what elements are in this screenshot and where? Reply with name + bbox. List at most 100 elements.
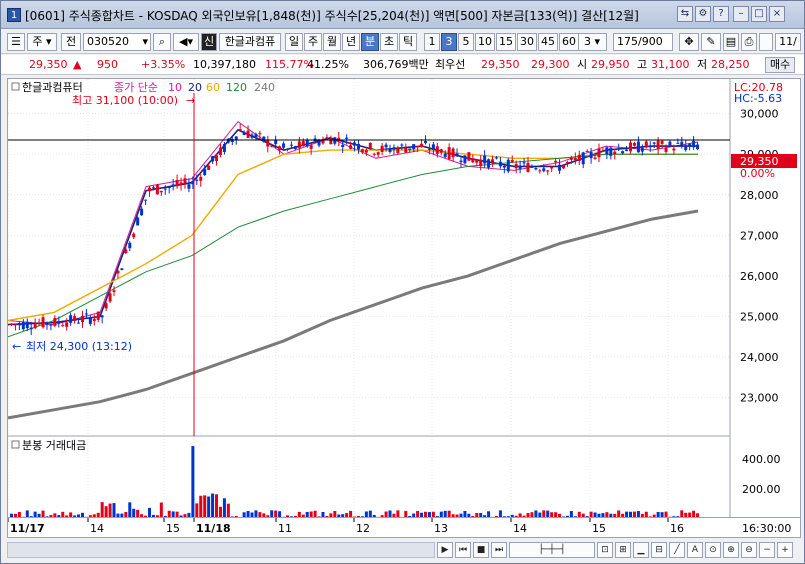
candle bbox=[179, 182, 183, 185]
period-tab-5[interactable]: 초 bbox=[380, 33, 398, 51]
volume-bar bbox=[589, 511, 593, 517]
scroll-track[interactable] bbox=[7, 542, 435, 558]
expand-icon[interactable]: ⊕ bbox=[723, 542, 739, 558]
capture-icon[interactable]: ⊙ bbox=[705, 542, 721, 558]
bar-icon[interactable]: ▁ bbox=[633, 542, 649, 558]
volume-bar bbox=[163, 515, 167, 517]
speaker-icon[interactable]: ◀▾ bbox=[173, 33, 199, 51]
candle bbox=[171, 184, 175, 187]
save-icon[interactable]: ▤ bbox=[723, 33, 739, 51]
period-tab-0[interactable]: 일 bbox=[285, 33, 303, 51]
candle bbox=[475, 159, 479, 163]
interval-button-10[interactable]: 10 bbox=[475, 33, 495, 51]
period-tab-2[interactable]: 월 bbox=[323, 33, 341, 51]
candle bbox=[148, 187, 151, 192]
crosshair-icon[interactable]: ✥ bbox=[679, 33, 699, 51]
count-select[interactable]: 3 ▾ bbox=[577, 33, 607, 51]
interval-button-3[interactable]: 3 bbox=[441, 33, 457, 51]
interval-button-1[interactable]: 1 bbox=[424, 33, 440, 51]
scroll-right-icon[interactable]: ▶ bbox=[437, 542, 453, 558]
close-icon[interactable]: × bbox=[769, 6, 785, 22]
volume-bar bbox=[13, 513, 17, 517]
type-select[interactable]: 주 ▾ bbox=[27, 33, 57, 51]
volume-bar bbox=[167, 510, 171, 517]
candle bbox=[136, 217, 140, 226]
chart-svg[interactable]: 한글과컴퓨터 종가 단순 10 20 60 120 240 최고 31,100 … bbox=[7, 79, 800, 517]
ma-240-label: 240 bbox=[254, 81, 275, 94]
volume-bar bbox=[443, 510, 447, 517]
candle bbox=[396, 148, 400, 154]
period-tab-6[interactable]: 틱 bbox=[399, 33, 417, 51]
volume-bar bbox=[672, 516, 676, 517]
plus-icon[interactable]: + bbox=[777, 542, 793, 558]
volume-bar bbox=[258, 512, 262, 517]
volume-bar bbox=[664, 511, 668, 517]
bar-count-input[interactable]: 175/900 bbox=[613, 33, 673, 51]
ma-line-240 bbox=[7, 209, 699, 420]
volume-bar bbox=[136, 509, 140, 517]
candle bbox=[384, 144, 388, 148]
candle bbox=[199, 176, 203, 181]
zoom-out-icon[interactable]: ⊖ bbox=[741, 542, 757, 558]
volume-bar bbox=[140, 514, 144, 517]
volume-bar bbox=[187, 512, 191, 517]
zoom-fit-icon[interactable]: ⊡ bbox=[597, 542, 613, 558]
high-arrow-icon: → bbox=[186, 94, 195, 107]
volume-bar bbox=[278, 511, 282, 517]
print-icon[interactable]: ⎙ bbox=[741, 33, 757, 51]
period-tab-3[interactable]: 년 bbox=[342, 33, 360, 51]
scroll-last-icon[interactable]: ⏭ bbox=[491, 542, 507, 558]
menu-icon[interactable]: ☰ bbox=[7, 33, 25, 51]
volume-bar bbox=[175, 511, 179, 517]
prev-button[interactable]: 전 bbox=[61, 33, 81, 51]
volume-bar bbox=[380, 515, 384, 517]
text-icon[interactable]: A bbox=[687, 542, 703, 558]
interval-button-30[interactable]: 30 bbox=[517, 33, 537, 51]
maximize-icon[interactable]: □ bbox=[751, 6, 767, 22]
line-icon[interactable]: ╱ bbox=[669, 542, 685, 558]
help-icon[interactable]: ? bbox=[713, 6, 729, 22]
chart-area[interactable]: 한글과컴퓨터 종가 단순 10 20 60 120 240 최고 31,100 … bbox=[7, 78, 801, 518]
x-axis-label: 14 bbox=[513, 522, 527, 535]
zoom-box-icon[interactable]: ⊞ bbox=[615, 542, 631, 558]
period-tab-4[interactable]: 분 bbox=[361, 33, 379, 51]
volume-bar bbox=[522, 515, 526, 517]
period-tab-1[interactable]: 주 bbox=[304, 33, 322, 51]
chart-scrollbar[interactable]: ▶ ⏮ ■ ⏭ ├─┼─┤ ⊡ ⊞ ▁ ⊟ ╱ A ⊙ ⊕ ⊖ − + bbox=[7, 540, 801, 560]
zoom-slider[interactable]: ├─┼─┤ bbox=[509, 542, 595, 558]
stock-code-input[interactable]: 030520 ▾ bbox=[83, 33, 151, 51]
interval-button-60[interactable]: 60 bbox=[559, 33, 579, 51]
volume-bar bbox=[597, 513, 601, 517]
interval-button-45[interactable]: 45 bbox=[538, 33, 558, 51]
candle bbox=[621, 151, 625, 154]
volume-bar bbox=[569, 511, 573, 517]
candle bbox=[593, 157, 597, 159]
candle bbox=[57, 321, 61, 324]
draw-tool-icon[interactable]: ✎ bbox=[701, 33, 721, 51]
candle bbox=[498, 161, 502, 167]
interval-button-15[interactable]: 15 bbox=[496, 33, 516, 51]
minimize-icon[interactable]: – bbox=[733, 6, 749, 22]
candle bbox=[400, 144, 404, 146]
volume-bar bbox=[530, 512, 534, 517]
buy-button[interactable]: 매수 bbox=[765, 57, 796, 73]
volume-bar bbox=[506, 516, 510, 517]
ruler-icon[interactable]: ⊟ bbox=[651, 542, 667, 558]
candle bbox=[155, 184, 159, 195]
option-checkbox[interactable] bbox=[759, 33, 773, 51]
candle bbox=[108, 293, 112, 302]
candle bbox=[258, 133, 262, 135]
stop-icon[interactable]: ■ bbox=[473, 542, 489, 558]
minus-icon[interactable]: − bbox=[759, 542, 775, 558]
interval-button-5[interactable]: 5 bbox=[458, 33, 474, 51]
best-ask: 29,300 bbox=[531, 58, 570, 71]
scroll-first-icon[interactable]: ⏮ bbox=[455, 542, 471, 558]
link-icon[interactable]: ⇆ bbox=[677, 6, 693, 22]
volume-bar bbox=[424, 511, 427, 517]
settings-icon[interactable]: ⚙ bbox=[695, 6, 711, 22]
volume-bar bbox=[479, 513, 483, 517]
volume-bar bbox=[179, 515, 183, 517]
search-icon[interactable]: ⌕ bbox=[153, 33, 171, 51]
volume-bar bbox=[498, 510, 502, 517]
volume-bar bbox=[104, 506, 108, 517]
